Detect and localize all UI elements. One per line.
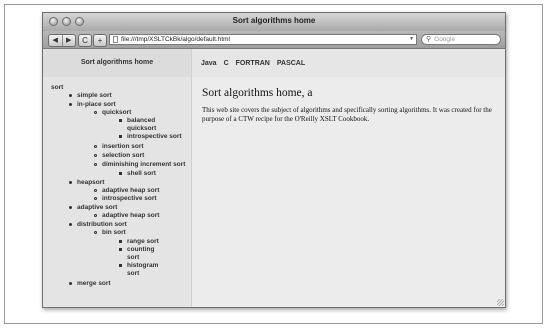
- back-button[interactable]: ◀: [49, 35, 62, 46]
- tree-item-adaptive-heap-sort-2[interactable]: adaptive heap sort: [102, 212, 159, 219]
- nav-link-pascal[interactable]: PASCAL: [277, 60, 305, 67]
- tree-item-adaptive-heap-sort[interactable]: adaptive heap sort: [102, 187, 159, 194]
- sidebar-tree: sort simple sort in-place sort quicksort…: [43, 77, 192, 307]
- page-title: Sort algorithms home, a: [202, 87, 313, 99]
- back-forward-group: ◀ ▶: [48, 34, 76, 47]
- bullet-icon: [69, 181, 72, 184]
- tree-item-diminishing-increment-sort[interactable]: diminishing increment sort: [102, 161, 185, 168]
- forward-button[interactable]: ▶: [61, 35, 76, 46]
- tree-item-range-sort[interactable]: range sort: [127, 238, 159, 245]
- bullet-icon: [94, 111, 97, 114]
- add-bookmark-button[interactable]: +: [93, 34, 107, 47]
- bullet-icon: [94, 189, 97, 192]
- search-input[interactable]: ⚲ Google: [421, 34, 501, 45]
- tree-item-introspective-sort-2[interactable]: introspective sort: [102, 195, 157, 202]
- tree-item-shell-sort[interactable]: shell sort: [127, 170, 156, 177]
- bullet-icon: [94, 163, 97, 166]
- chevron-down-icon[interactable]: ▼: [409, 35, 416, 44]
- tree-item-quicksort[interactable]: quicksort: [102, 109, 131, 116]
- search-placeholder: Google: [434, 36, 456, 43]
- tree-item-histogram-sort[interactable]: histogram sort: [127, 262, 165, 277]
- title-bar: Sort algorithms home: [43, 13, 505, 32]
- browser-toolbar: ◀ ▶ C + file:///tmp/XSLTCkBk/algo/defaul…: [43, 31, 505, 49]
- tree-item-counting-sort[interactable]: counting sort: [127, 246, 161, 261]
- main-article: Sort algorithms home, a This web site co…: [192, 77, 505, 307]
- window-title: Sort algorithms home: [232, 16, 316, 25]
- bullet-icon: [69, 206, 72, 209]
- bullet-icon: [94, 197, 97, 200]
- tree-root-sort[interactable]: sort: [51, 84, 63, 91]
- bullet-icon: [119, 264, 122, 267]
- bullet-icon: [119, 119, 122, 122]
- tree-item-balanced-quicksort[interactable]: balanced quicksort: [127, 117, 175, 132]
- bullet-icon: [119, 172, 122, 175]
- tree-item-insertion-sort[interactable]: insertion sort: [102, 143, 144, 150]
- nav-link-c[interactable]: C: [224, 60, 229, 67]
- tree-item-bin-sort[interactable]: bin sort: [102, 229, 126, 236]
- page-description: This web site covers the subject of algo…: [202, 106, 492, 123]
- bullet-icon: [119, 240, 122, 243]
- bullet-icon: [94, 214, 97, 217]
- url-text: file:///tmp/XSLTCkBk/algo/default.html: [121, 36, 230, 43]
- nav-link-fortran[interactable]: FORTRAN: [236, 60, 270, 67]
- bullet-icon: [119, 135, 122, 138]
- sidebar-header-link[interactable]: Sort algorithms home: [43, 49, 192, 77]
- page-content: Sort algorithms home Java C FORTRAN PASC…: [43, 49, 505, 307]
- tree-item-distribution-sort[interactable]: distribution sort: [77, 221, 127, 228]
- tree-item-adaptive-sort[interactable]: adaptive sort: [77, 204, 117, 211]
- reload-button[interactable]: C: [78, 34, 92, 47]
- resize-grip-icon[interactable]: [497, 299, 504, 306]
- bullet-icon: [119, 248, 122, 251]
- bullet-icon: [94, 145, 97, 148]
- page-icon: [113, 36, 118, 43]
- tree-item-selection-sort[interactable]: selection sort: [102, 152, 144, 159]
- nav-link-java[interactable]: Java: [201, 60, 217, 67]
- bullet-icon: [69, 103, 72, 106]
- tree-item-in-place-sort[interactable]: in-place sort: [77, 101, 116, 108]
- browser-window: Sort algorithms home ◀ ▶ C + file:///tmp…: [42, 12, 506, 308]
- bullet-icon: [69, 94, 72, 97]
- address-bar[interactable]: file:///tmp/XSLTCkBk/algo/default.html ▼: [109, 34, 417, 45]
- search-icon: ⚲: [426, 36, 432, 43]
- tree-item-heapsort[interactable]: heapsort: [77, 179, 104, 186]
- tree-item-introspective-sort[interactable]: introspective sort: [127, 133, 187, 141]
- tree-item-simple-sort[interactable]: simple sort: [77, 92, 112, 99]
- bullet-icon: [69, 282, 72, 285]
- bullet-icon: [94, 154, 97, 157]
- bullet-icon: [69, 223, 72, 226]
- tree-item-merge-sort[interactable]: merge sort: [77, 280, 111, 287]
- language-nav: Java C FORTRAN PASCAL: [192, 49, 505, 77]
- bullet-icon: [94, 231, 97, 234]
